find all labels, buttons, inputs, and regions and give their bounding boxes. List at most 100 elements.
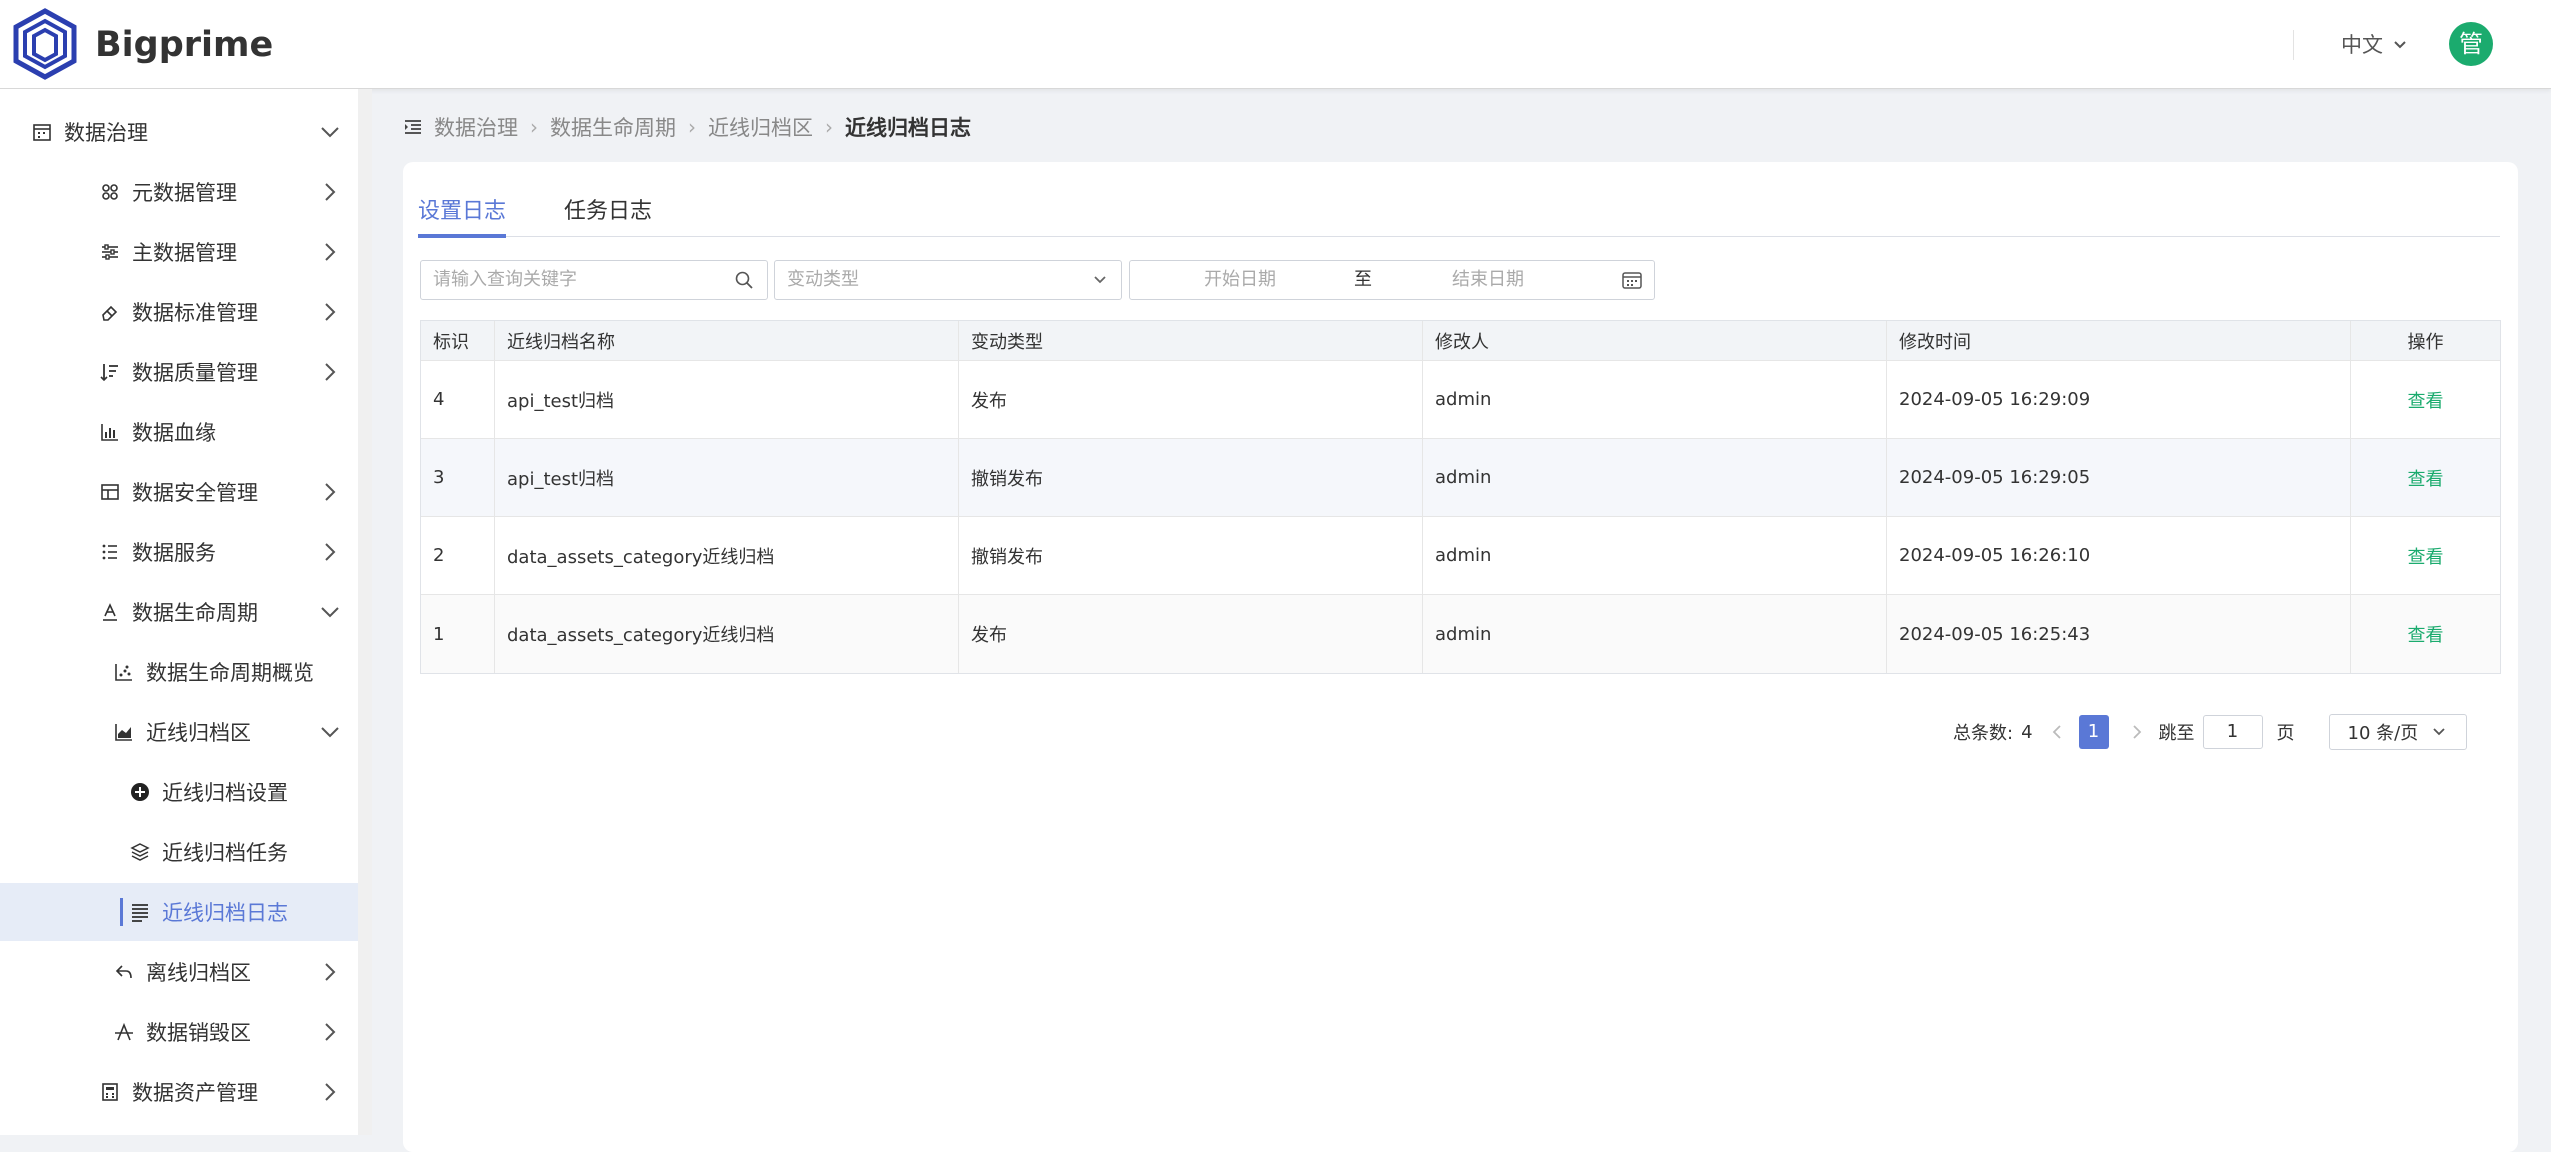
prev-page-icon[interactable] <box>2051 724 2063 740</box>
change-type-placeholder: 变动类型 <box>787 269 859 290</box>
avatar[interactable]: 管 <box>2449 22 2493 66</box>
sidebar-item-label: 数据标准管理 <box>132 301 258 325</box>
sidebar-item-data-security[interactable]: 数据安全管理 <box>0 463 358 521</box>
sidebar-item-label: 近线归档设置 <box>162 781 288 805</box>
sidebar-item-master-data[interactable]: 主数据管理 <box>0 223 358 281</box>
cell-user: admin <box>1423 361 1887 438</box>
sidebar-item-data-quality[interactable]: 数据质量管理 <box>0 343 358 401</box>
active-indicator <box>120 898 123 926</box>
chevron-down-icon <box>2394 41 2406 49</box>
cell-action: 查看 <box>2351 439 2500 516</box>
cell-id: 4 <box>421 361 495 438</box>
sidebar-item-data-governance[interactable]: 数据治理 <box>0 103 358 161</box>
column-header: 近线归档名称 <box>495 321 959 360</box>
chevron-right-icon <box>325 963 336 981</box>
view-link[interactable]: 查看 <box>2408 543 2444 569</box>
sidebar-item-data-standard[interactable]: 数据标准管理 <box>0 283 358 341</box>
sidebar-item-data-lifecycle[interactable]: 数据生命周期 <box>0 583 358 641</box>
scatter-chart-icon <box>114 662 134 682</box>
page-number-active[interactable]: 1 <box>2078 715 2109 749</box>
sidebar-item-nearline-archive[interactable]: 近线归档区 <box>0 703 358 761</box>
end-date-input[interactable]: 结束日期 <box>1452 261 1524 299</box>
sidebar-item-lifecycle-overview[interactable]: 数据生命周期概览 <box>0 643 358 701</box>
cell-id: 1 <box>421 595 495 673</box>
search-placeholder: 请输入查询关键字 <box>433 269 577 290</box>
breadcrumb-item[interactable]: 近线归档区 <box>708 112 813 142</box>
sidebar-scrollbar[interactable] <box>358 89 372 1135</box>
cell-change-type: 发布 <box>959 361 1423 438</box>
pagination: 总条数: 4 1 跳至 1 页 10 条/页 <box>1953 714 2467 750</box>
search-input[interactable]: 请输入查询关键字 <box>420 260 768 300</box>
breadcrumb-item[interactable]: 数据治理 <box>434 112 518 142</box>
next-page-icon[interactable] <box>2131 724 2143 740</box>
cell-user: admin <box>1423 439 1887 516</box>
column-header: 操作 <box>2407 331 2444 353</box>
cell-time: 2024-09-05 16:29:09 <box>1887 361 2351 438</box>
column-header: 修改人 <box>1423 321 1887 360</box>
sidebar-item-label: 数据安全管理 <box>132 481 258 505</box>
breadcrumb-item[interactable]: 数据生命周期 <box>550 112 676 142</box>
chevron-down-icon <box>321 727 339 738</box>
date-range-separator: 至 <box>1354 269 1372 290</box>
column-header: 标识 <box>421 321 495 360</box>
sidebar-item-data-lineage[interactable]: 数据血缘 <box>0 403 358 461</box>
sort-icon <box>100 362 120 382</box>
jump-label: 跳至 <box>2158 723 2195 744</box>
cell-time: 2024-09-05 16:25:43 <box>1887 595 2351 673</box>
sidebar-item-data-assets[interactable]: 数据资产管理 <box>0 1063 358 1121</box>
table-header-row: 标识 近线归档名称 变动类型 修改人 修改时间 操作 <box>421 321 2500 361</box>
sidebar-item-data-destroy[interactable]: 数据销毁区 <box>0 1003 358 1061</box>
cluster-icon <box>100 182 120 202</box>
sidebar-item-label: 数据服务 <box>132 541 216 565</box>
chevron-down-icon <box>2433 728 2445 736</box>
breadcrumb-separator-icon: › <box>825 115 833 139</box>
sidebar-item-label: 近线归档区 <box>146 721 251 745</box>
view-link[interactable]: 查看 <box>2408 621 2444 647</box>
chevron-right-icon <box>325 243 336 261</box>
sidebar-item-label: 数据质量管理 <box>132 361 258 385</box>
view-link[interactable]: 查看 <box>2408 465 2444 491</box>
search-icon[interactable] <box>735 271 753 289</box>
chevron-down-icon <box>321 127 339 138</box>
sidebar-item-label: 数据血缘 <box>132 421 216 445</box>
breadcrumb-separator-icon: › <box>688 115 696 139</box>
change-type-select[interactable]: 变动类型 <box>774 260 1122 300</box>
sidebar-item-label: 数据销毁区 <box>146 1021 251 1045</box>
sidebar-item-offline-archive[interactable]: 离线归档区 <box>0 943 358 1001</box>
page-size-select[interactable]: 10 条/页 <box>2328 714 2467 750</box>
cell-name: api_test归档 <box>495 361 959 438</box>
calculator-icon <box>100 1082 120 1102</box>
sidebar-item-nearline-tasks[interactable]: 近线归档任务 <box>0 823 358 881</box>
sidebar-item-label: 数据治理 <box>64 121 148 145</box>
sidebar-item-label: 近线归档日志 <box>162 901 288 925</box>
tab-bar: 设置日志 任务日志 <box>418 190 2500 238</box>
sidebar-item-label: 数据资产管理 <box>132 1081 258 1105</box>
table-row: 2 data_assets_category近线归档 撤销发布 admin 20… <box>421 517 2500 595</box>
language-switcher[interactable]: 中文 <box>2341 30 2407 60</box>
tab-settings-log[interactable]: 设置日志 <box>418 190 507 238</box>
jump-page-input[interactable]: 1 <box>2202 715 2263 749</box>
view-link[interactable]: 查看 <box>2408 387 2444 413</box>
page-size-value: 10 条/页 <box>2347 723 2419 744</box>
sidebar: 数据治理 元数据管理 主数据管理 数据标准管理 数据质量管理 数据血缘 数据安全… <box>0 89 358 1135</box>
calendar-icon <box>32 122 52 142</box>
sidebar-item-nearline-settings[interactable]: 近线归档设置 <box>0 763 358 821</box>
log-table: 标识 近线归档名称 变动类型 修改人 修改时间 操作 4 api_test归档 … <box>420 320 2501 674</box>
menu-fold-icon[interactable] <box>404 118 422 136</box>
cell-action: 查看 <box>2351 361 2500 438</box>
top-header: Bigprime 中文 管 <box>0 0 2551 89</box>
sidebar-item-nearline-logs[interactable]: 近线归档日志 <box>0 883 358 941</box>
sidebar-item-data-service[interactable]: 数据服务 <box>0 523 358 581</box>
date-range-picker[interactable]: 开始日期 至 结束日期 <box>1129 260 1655 300</box>
start-date-input[interactable]: 开始日期 <box>1204 261 1276 299</box>
tab-task-log[interactable]: 任务日志 <box>564 190 652 234</box>
sidebar-item-label: 离线归档区 <box>146 961 251 985</box>
sidebar-item-metadata[interactable]: 元数据管理 <box>0 163 358 221</box>
strikethrough-icon <box>114 1022 134 1042</box>
list-icon <box>100 542 120 562</box>
column-header: 修改时间 <box>1887 321 2351 360</box>
total-label: 总条数: <box>1953 723 2014 744</box>
sidebar-item-label: 近线归档任务 <box>162 841 288 865</box>
reply-icon <box>114 962 134 982</box>
page-unit-label: 页 <box>2276 723 2295 744</box>
